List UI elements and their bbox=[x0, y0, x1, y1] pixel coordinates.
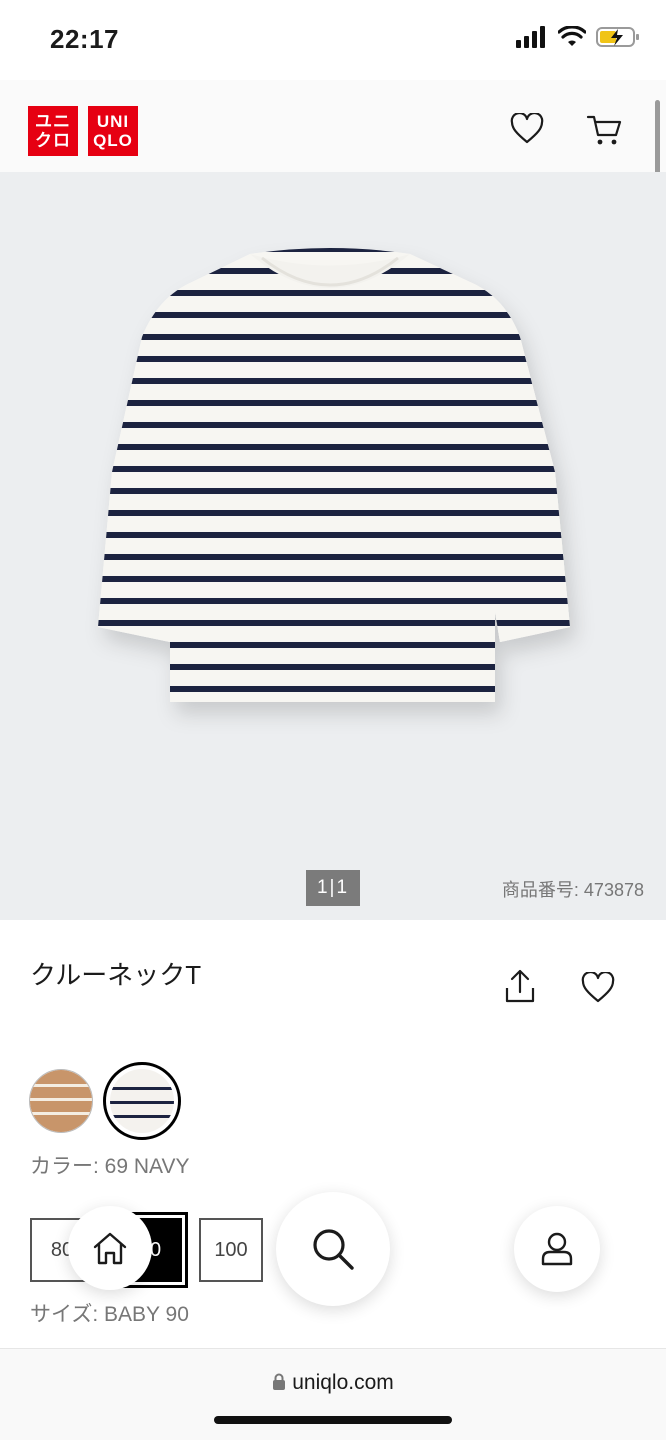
home-indicator[interactable] bbox=[214, 1416, 452, 1424]
size-label: サイズ: BABY 90 bbox=[30, 1303, 189, 1326]
logo-latin: UNI QLO bbox=[88, 106, 138, 156]
logo-text-1: ユニ bbox=[35, 112, 71, 131]
account-button[interactable] bbox=[514, 1206, 600, 1292]
logo-text-3: UNI bbox=[96, 112, 130, 131]
share-icon[interactable] bbox=[504, 968, 536, 1004]
signal-icon bbox=[516, 26, 545, 48]
cart-icon[interactable] bbox=[586, 113, 624, 147]
url-text: uniqlo.com bbox=[292, 1371, 394, 1394]
search-button[interactable] bbox=[276, 1192, 390, 1306]
battery-icon bbox=[596, 27, 639, 47]
user-icon bbox=[541, 1232, 573, 1266]
product-number: 商品番号: 473878 bbox=[501, 880, 644, 900]
status-time: 22:17 bbox=[50, 24, 119, 54]
beige-stripe-pattern bbox=[30, 1070, 92, 1132]
product-image bbox=[98, 248, 570, 702]
uniqlo-logo[interactable]: ユニ クロ UNI QLO bbox=[28, 106, 138, 156]
url-display[interactable]: uniqlo.com bbox=[0, 1371, 666, 1395]
home-button[interactable] bbox=[68, 1206, 152, 1290]
favorite-heart-icon[interactable] bbox=[581, 972, 615, 1004]
color-label: カラー: 69 NAVY bbox=[30, 1155, 190, 1178]
browser-url-bar[interactable]: uniqlo.com bbox=[0, 1348, 666, 1440]
color-swatch-beige[interactable] bbox=[29, 1069, 93, 1133]
heart-icon[interactable] bbox=[510, 113, 544, 145]
logo-katakana: ユニ クロ bbox=[28, 106, 78, 156]
product-title: クルーネックT bbox=[30, 960, 202, 990]
navy-stripe-pattern bbox=[110, 1069, 174, 1133]
logo-text-2: クロ bbox=[35, 131, 71, 150]
image-pager: 1|1 bbox=[306, 870, 360, 906]
status-icons bbox=[516, 26, 640, 48]
lock-icon bbox=[273, 1373, 286, 1390]
search-icon bbox=[313, 1229, 354, 1270]
logo-text-4: QLO bbox=[93, 131, 133, 150]
wifi-icon bbox=[558, 26, 586, 46]
site-header: ユニ クロ UNI QLO bbox=[0, 80, 666, 172]
status-bar: 22:17 bbox=[0, 0, 666, 80]
color-swatch-navy[interactable] bbox=[103, 1062, 181, 1140]
product-image-gallery[interactable] bbox=[0, 172, 666, 920]
home-icon bbox=[93, 1232, 127, 1265]
size-option-100[interactable]: 100 bbox=[199, 1218, 263, 1282]
